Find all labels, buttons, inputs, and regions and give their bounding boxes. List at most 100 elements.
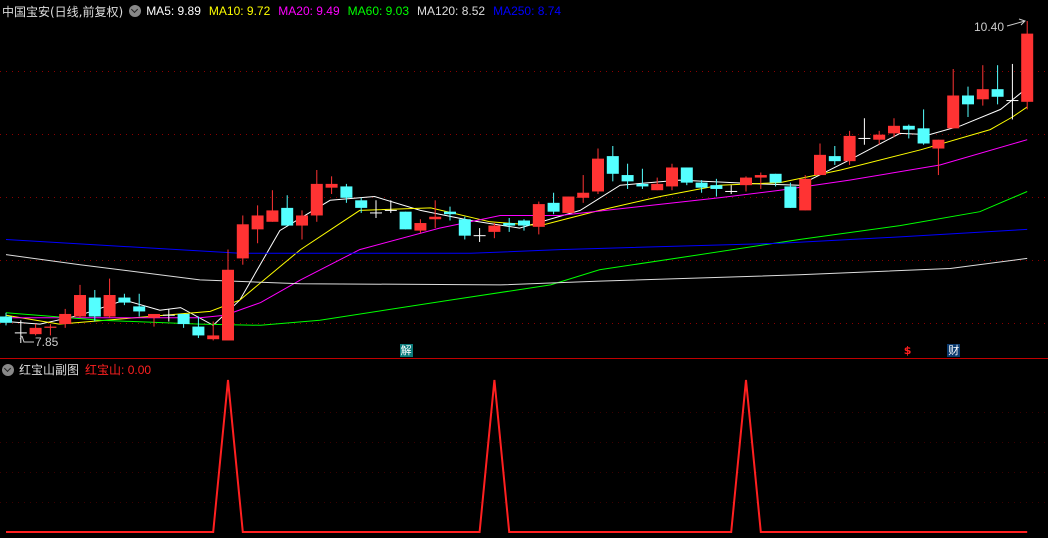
candle: [592, 148, 604, 194]
sub-chart-title[interactable]: 红宝山副图: [19, 361, 79, 378]
candle: [636, 168, 649, 189]
candle: [0, 312, 12, 326]
candle: [281, 195, 294, 226]
candle: [947, 68, 960, 129]
candle: [725, 185, 738, 194]
candle: [1021, 21, 1034, 110]
candle-body: [547, 202, 560, 212]
candle-body: [133, 306, 146, 312]
candle-body: [503, 223, 516, 226]
candle-body: [281, 207, 294, 226]
candle: [754, 172, 767, 189]
sub-legend: 红宝山副图 红宝山 : 0.00: [2, 361, 151, 378]
candle: [473, 228, 486, 242]
candle: [118, 293, 131, 306]
indicator-value: : 0.00: [121, 362, 152, 377]
low-price-label: 7.85: [35, 335, 59, 349]
candle: [310, 170, 323, 222]
high-annotation: 10.40: [974, 18, 1026, 34]
moving-average-lines: [5, 87, 1028, 326]
info-marker[interactable]: 解: [399, 344, 413, 357]
candle: [547, 192, 560, 215]
candle: [562, 196, 575, 213]
candle-body: [444, 211, 456, 215]
candle-body: [754, 175, 767, 178]
candle-body: [991, 89, 1004, 97]
candle: [88, 289, 101, 322]
candle-body: [518, 220, 530, 226]
candle-body: [44, 326, 57, 328]
candle-body: [177, 313, 190, 325]
candle: [458, 216, 471, 240]
candle-body: [651, 183, 664, 191]
candle-body: [666, 167, 678, 187]
dollar-marker[interactable]: $: [903, 344, 913, 357]
candle-body: [59, 313, 72, 325]
candle: [651, 177, 664, 191]
candle-body: [251, 215, 264, 230]
hongbaoshan-line: [6, 379, 1028, 533]
candle: [503, 217, 516, 232]
ma120-line: [5, 254, 1028, 286]
candle-body: [784, 186, 797, 208]
indicator-name: 红宝山: [85, 363, 122, 377]
chevron-down-icon[interactable]: [129, 5, 142, 17]
candle: [828, 146, 841, 165]
candle-body: [621, 175, 634, 182]
candle: [29, 324, 42, 336]
kline-chart[interactable]: 10.40 7.85: [0, 0, 1048, 538]
candle: [962, 86, 974, 117]
high-price-label: 10.40: [974, 20, 1004, 34]
candle-body: [769, 173, 782, 183]
candle-body: [917, 128, 930, 144]
ma60-line: [5, 191, 1028, 326]
candle: [518, 219, 530, 231]
candle: [902, 124, 915, 139]
candle-body: [799, 178, 812, 211]
candle-body: [695, 182, 708, 188]
candle: [222, 249, 234, 341]
candle-body: [592, 158, 604, 192]
stock-title[interactable]: 中国宝安(日线,前复权): [2, 3, 123, 20]
candle-body: [814, 154, 826, 176]
candle: [399, 211, 412, 230]
ma5-value: MA5: 9.89: [146, 4, 201, 18]
candle-body: [355, 200, 368, 208]
low-arrow-icon: [19, 335, 34, 343]
candle: [991, 65, 1004, 105]
candle-body: [236, 224, 249, 259]
candle-body: [222, 269, 234, 341]
ma20-value: MA20: 9.49: [278, 4, 340, 18]
candle: [444, 206, 456, 221]
candle: [74, 284, 86, 318]
chevron-down-icon[interactable]: [2, 363, 14, 376]
candlesticks: [0, 21, 1034, 343]
candle: [532, 201, 545, 235]
candle: [59, 308, 72, 328]
candle: [236, 215, 249, 265]
low-annotation: 7.85: [19, 335, 59, 349]
candle-body: [962, 95, 974, 105]
candle-body: [562, 196, 575, 213]
candle: [44, 324, 57, 336]
candle-body: [843, 135, 856, 162]
sub-chart: [6, 379, 1028, 533]
candle: [577, 175, 590, 203]
candle: [340, 183, 353, 203]
candle-body: [192, 326, 205, 336]
candle: [325, 176, 338, 194]
candle-body: [1021, 33, 1034, 102]
candle-body: [340, 186, 353, 198]
candle-body: [399, 211, 412, 230]
candle-body: [266, 210, 279, 222]
candle-body: [606, 156, 619, 174]
candle-body: [976, 89, 989, 100]
candle: [799, 175, 812, 211]
ma10-value: MA10: 9.72: [208, 4, 271, 18]
candle: [370, 200, 382, 218]
candle-body: [325, 183, 338, 188]
finance-marker[interactable]: 财: [947, 344, 961, 357]
ma250-value: MA250: 8.74: [493, 4, 562, 18]
candle-body: [577, 192, 590, 198]
candle: [162, 308, 175, 322]
